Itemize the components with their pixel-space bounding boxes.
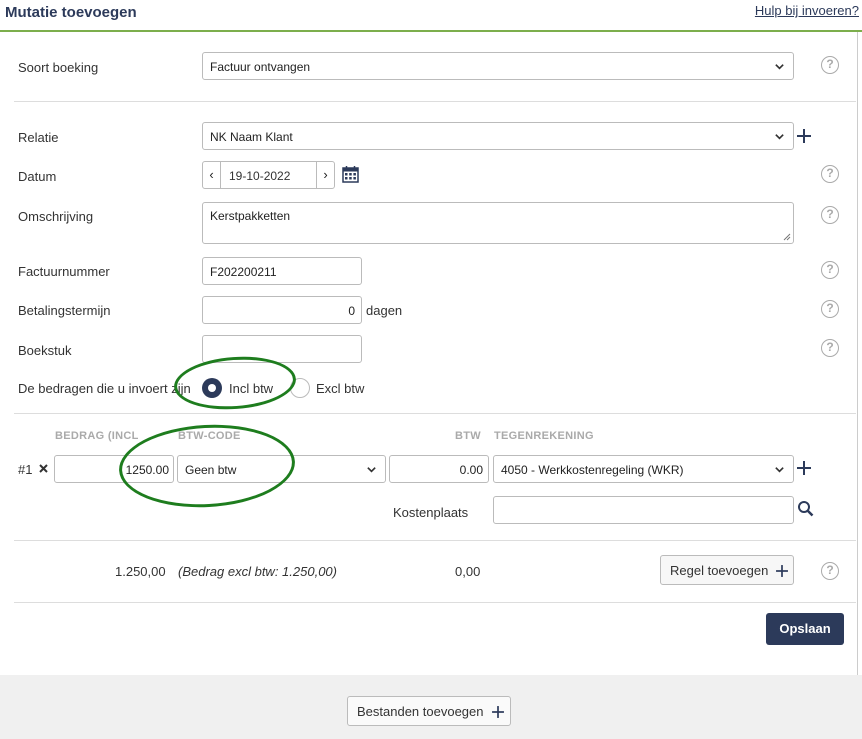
tegenrekening-select[interactable]: 4050 - Werkkostenregeling (WKR)	[493, 455, 794, 483]
divider	[14, 602, 856, 603]
page-header: Mutatie toevoegen Hulp bij invoeren?	[0, 0, 862, 32]
btw-value: 0.00	[459, 463, 483, 477]
col-header-btw: BTW	[455, 430, 481, 442]
factuurnummer-value: F202200211	[210, 265, 277, 279]
relatie-select[interactable]: NK Naam Klant	[202, 122, 794, 150]
datum-label: Datum	[18, 169, 57, 184]
excl-btw-radio[interactable]	[290, 378, 310, 398]
help-icon[interactable]: ?	[821, 206, 839, 224]
help-icon[interactable]: ?	[821, 56, 839, 74]
calendar-icon[interactable]	[342, 165, 359, 183]
divider	[14, 101, 856, 102]
boekstuk-label: Boekstuk	[18, 343, 72, 358]
btw-code-select[interactable]: Geen btw	[177, 455, 386, 483]
add-line-button[interactable]: Regel toevoegen	[660, 555, 794, 585]
chevron-down-icon	[367, 467, 376, 473]
search-icon[interactable]	[797, 500, 814, 517]
chevron-down-icon	[775, 64, 784, 70]
remove-line-icon[interactable]	[39, 464, 48, 473]
bedragen-label: De bedragen die u invoert zijn	[18, 381, 191, 396]
chevron-right-icon[interactable]: ›	[316, 162, 334, 188]
excl-btw-label[interactable]: Excl btw	[316, 381, 364, 396]
factuurnummer-input[interactable]: F202200211	[202, 257, 362, 285]
omschrijving-textarea[interactable]: Kerstpakketten	[202, 202, 794, 244]
relatie-value: NK Naam Klant	[210, 130, 293, 144]
add-line-label: Regel toevoegen	[670, 563, 769, 578]
kostenplaats-input[interactable]	[493, 496, 794, 524]
chevron-down-icon	[775, 467, 784, 473]
soort-boeking-select[interactable]: Factuur ontvangen	[202, 52, 794, 80]
kostenplaats-label: Kostenplaats	[393, 505, 469, 520]
save-button[interactable]: Opslaan	[766, 613, 844, 645]
btw-code-value: Geen btw	[185, 463, 237, 477]
relatie-label: Relatie	[18, 130, 59, 145]
divider	[14, 540, 856, 541]
resize-handle-icon[interactable]	[783, 233, 791, 241]
add-files-button[interactable]: Bestanden toevoegen	[347, 696, 511, 726]
help-icon[interactable]: ?	[821, 300, 839, 318]
chevron-down-icon	[775, 134, 784, 140]
col-header-btw-code: BTW-CODE	[178, 430, 241, 442]
tegenrekening-value: 4050 - Werkkostenregeling (WKR)	[501, 463, 684, 477]
help-link[interactable]: Hulp bij invoeren?	[755, 3, 859, 18]
divider	[14, 413, 856, 414]
omschrijving-label: Omschrijving	[18, 209, 94, 224]
omschrijving-value: Kerstpakketten	[210, 209, 291, 223]
col-header-bedrag: BEDRAG (INCL	[55, 430, 139, 442]
betalingstermijn-label: Betalingstermijn	[18, 303, 111, 318]
page-title: Mutatie toevoegen	[5, 4, 137, 21]
dagen-unit: dagen	[366, 303, 403, 318]
total-excl-note: (Bedrag excl btw: 1.250,00)	[178, 564, 337, 579]
incl-btw-label[interactable]: Incl btw	[229, 381, 273, 396]
plus-icon	[492, 706, 504, 718]
soort-boeking-value: Factuur ontvangen	[210, 60, 311, 74]
chevron-left-icon[interactable]: ‹	[203, 162, 221, 188]
add-relatie-icon[interactable]	[797, 129, 811, 143]
add-line-plus-icon[interactable]	[797, 461, 811, 475]
btw-input[interactable]: 0.00	[389, 455, 489, 483]
plus-icon	[776, 565, 788, 577]
betalingstermijn-input[interactable]: 0	[202, 296, 362, 324]
datum-value: 19-10-2022	[229, 169, 291, 183]
boekstuk-input[interactable]	[202, 335, 362, 363]
soort-boeking-label: Soort boeking	[18, 60, 99, 75]
help-icon[interactable]: ?	[821, 339, 839, 357]
line-number: #1	[18, 462, 33, 477]
help-icon[interactable]: ?	[821, 562, 839, 580]
incl-btw-radio[interactable]	[202, 378, 222, 398]
help-icon[interactable]: ?	[821, 165, 839, 183]
factuurnummer-label: Factuurnummer	[18, 264, 110, 279]
bedrag-input[interactable]: 1250.00	[54, 455, 174, 483]
add-files-label: Bestanden toevoegen	[357, 704, 484, 719]
betalingstermijn-value: 0	[348, 304, 355, 318]
total-btw: 0,00	[455, 564, 481, 579]
col-header-tegenrekening: TEGENREKENING	[494, 430, 594, 442]
total-amount: 1.250,00	[115, 564, 166, 579]
help-icon[interactable]: ?	[821, 261, 839, 279]
bedrag-value: 1250.00	[125, 463, 169, 477]
datum-picker[interactable]: ‹ 19-10-2022 ›	[202, 161, 335, 189]
